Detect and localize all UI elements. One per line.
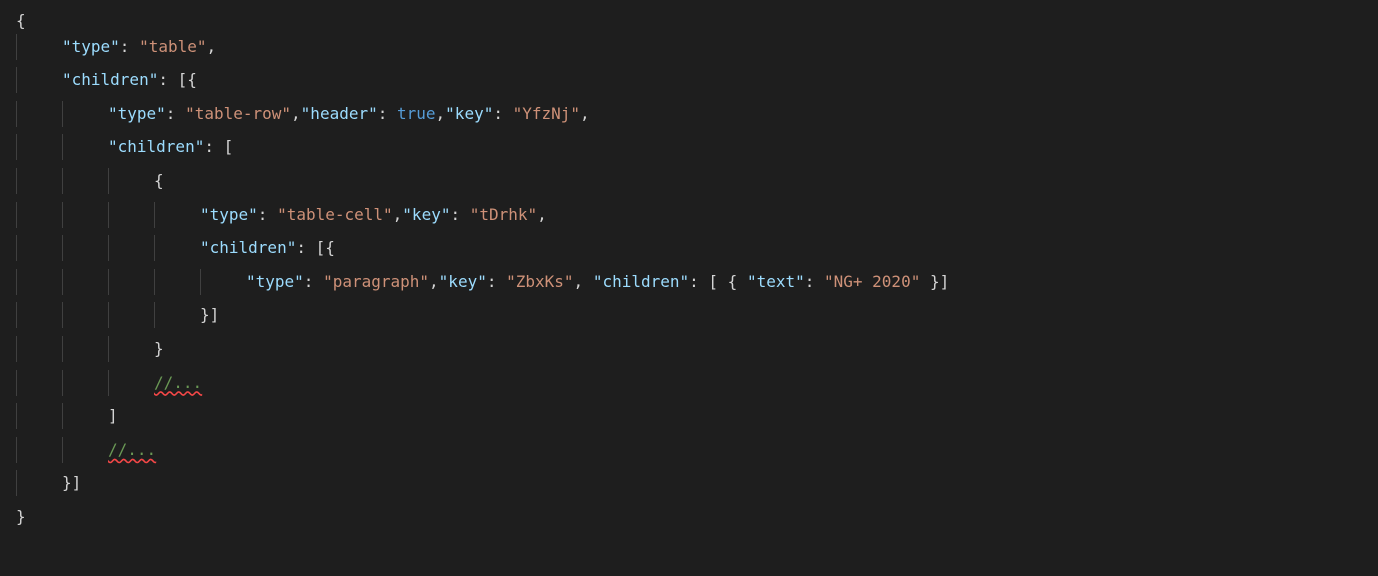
token-key: "children" [200, 238, 296, 257]
token-string: "ZbxKs" [506, 272, 573, 291]
token-punct: : [166, 104, 185, 123]
token-key: "header" [301, 104, 378, 123]
code-line[interactable]: //... [0, 370, 1378, 404]
token-punct: : [ [204, 137, 233, 156]
code-line[interactable]: "type": "table-cell","key": "tDrhk", [0, 202, 1378, 236]
token-punct: { [16, 11, 26, 30]
token-punct: : [ { [689, 272, 747, 291]
token-punct: , [393, 205, 403, 224]
code-line[interactable]: "children": [{ [0, 67, 1378, 101]
token-punct: , [291, 104, 301, 123]
code-line[interactable]: ] [0, 403, 1378, 437]
token-string: "tDrhk" [470, 205, 537, 224]
token-key: "type" [62, 37, 120, 56]
token-punct: , [580, 104, 590, 123]
code-line[interactable]: "type": "table-row","header": true,"key"… [0, 101, 1378, 135]
token-comment: //... [108, 440, 156, 459]
token-key: "children" [593, 272, 689, 291]
token-key: "type" [246, 272, 304, 291]
token-punct: }] [920, 272, 949, 291]
code-line[interactable]: "children": [ [0, 134, 1378, 168]
token-punct: : [487, 272, 506, 291]
token-punct: : [{ [296, 238, 335, 257]
token-key: "type" [200, 205, 258, 224]
code-line[interactable]: "type": "table", [0, 34, 1378, 68]
token-punct: : [258, 205, 277, 224]
token-punct: ] [108, 406, 118, 425]
token-punct: , [429, 272, 439, 291]
token-punct: { [154, 171, 164, 190]
token-punct: : [805, 272, 824, 291]
token-punct: , [207, 37, 217, 56]
token-string: "table" [139, 37, 206, 56]
token-punct: }] [200, 305, 219, 324]
token-key: "children" [62, 70, 158, 89]
token-punct: : [120, 37, 139, 56]
code-line[interactable]: "type": "paragraph","key": "ZbxKs", "chi… [0, 269, 1378, 303]
code-line[interactable]: }] [0, 302, 1378, 336]
token-key: "key" [402, 205, 450, 224]
code-line[interactable]: } [0, 336, 1378, 370]
code-line[interactable]: //... [0, 437, 1378, 471]
code-line[interactable]: } [0, 504, 1378, 530]
token-punct: : [450, 205, 469, 224]
code-line[interactable]: }] [0, 470, 1378, 504]
code-editor[interactable]: {"type": "table","children": [{"type": "… [0, 8, 1378, 530]
token-string: "YfzNj" [513, 104, 580, 123]
token-comment: //... [154, 373, 202, 392]
token-punct: }] [62, 473, 81, 492]
token-punct: : [304, 272, 323, 291]
token-key: "text" [747, 272, 805, 291]
token-punct: , [574, 272, 593, 291]
token-punct: : [493, 104, 512, 123]
token-key: "type" [108, 104, 166, 123]
token-punct: : [378, 104, 397, 123]
token-key: "key" [439, 272, 487, 291]
token-string: "table-cell" [277, 205, 393, 224]
token-string: "table-row" [185, 104, 291, 123]
code-line[interactable]: { [0, 168, 1378, 202]
code-line[interactable]: { [0, 8, 1378, 34]
token-string: "NG+ 2020" [824, 272, 920, 291]
token-punct: : [{ [158, 70, 197, 89]
token-string: "paragraph" [323, 272, 429, 291]
code-line[interactable]: "children": [{ [0, 235, 1378, 269]
token-punct: } [16, 507, 26, 526]
token-bool: true [397, 104, 436, 123]
token-punct: } [154, 339, 164, 358]
token-punct: , [537, 205, 547, 224]
token-key: "children" [108, 137, 204, 156]
token-punct: , [436, 104, 446, 123]
token-key: "key" [445, 104, 493, 123]
